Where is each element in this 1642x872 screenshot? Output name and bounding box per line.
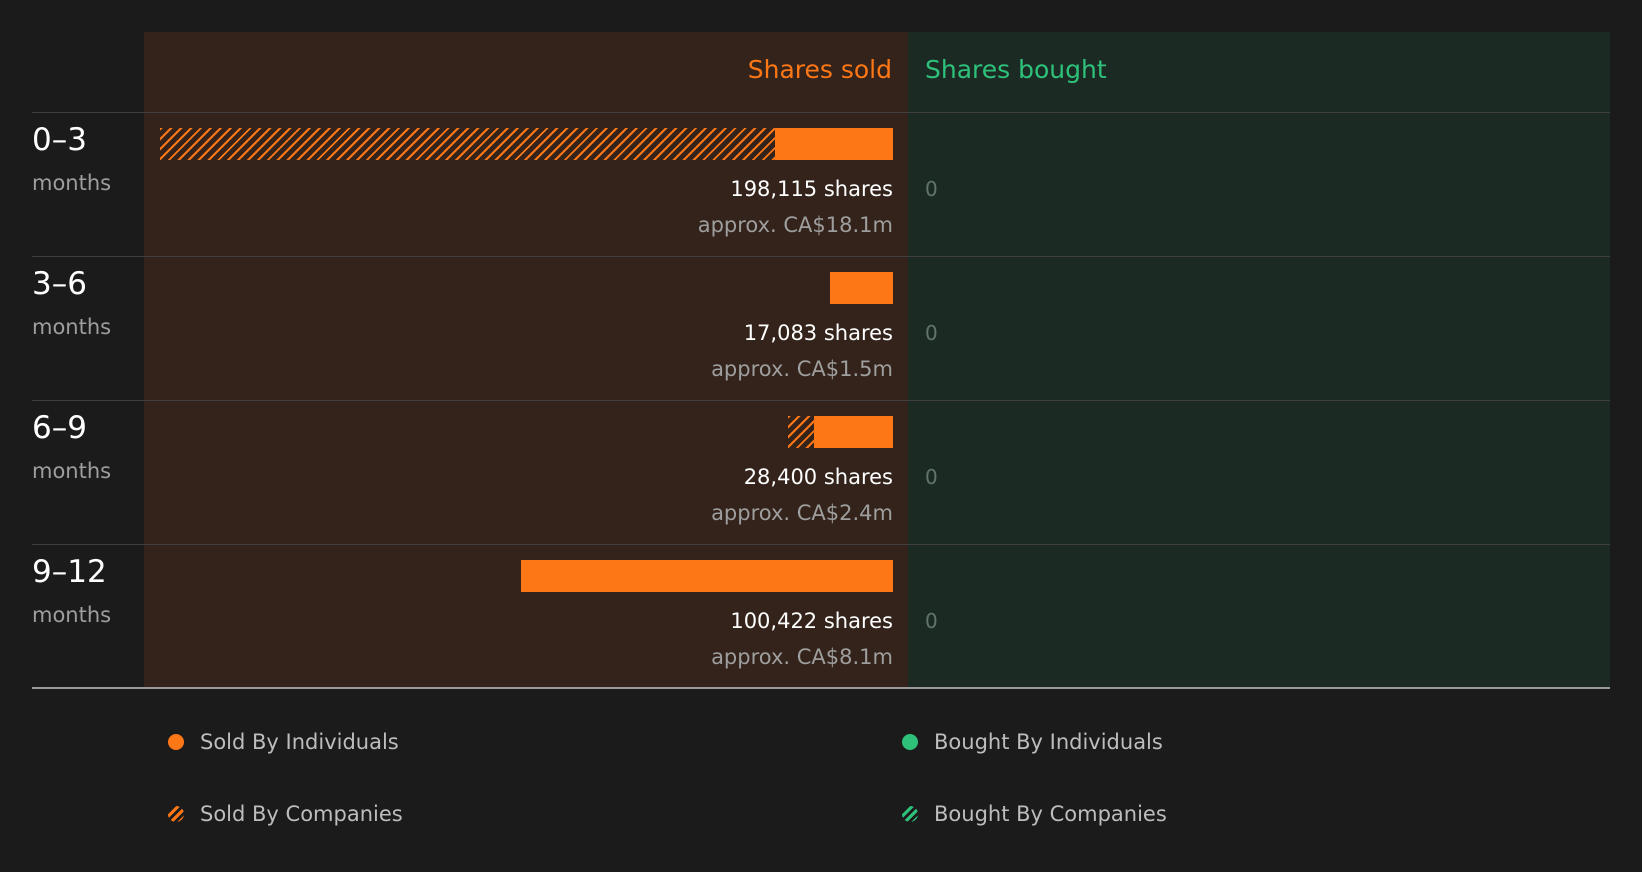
approx-value-label: approx. CA$18.1m bbox=[697, 213, 893, 237]
legend-label: Sold By Companies bbox=[200, 802, 403, 826]
shares-bought-label: 0 bbox=[925, 321, 938, 345]
period-label: 3–6 bbox=[32, 266, 87, 302]
period-label: 0–3 bbox=[32, 122, 87, 158]
legend-label: Bought By Individuals bbox=[934, 730, 1163, 754]
row-separator bbox=[32, 112, 1610, 113]
legend-label: Sold By Individuals bbox=[200, 730, 399, 754]
shares-sold-header: Shares sold bbox=[747, 55, 892, 84]
bar-sold-by-companies bbox=[160, 128, 775, 160]
shares-bought-label: 0 bbox=[925, 465, 938, 489]
approx-value-label: approx. CA$2.4m bbox=[711, 501, 893, 525]
period-unit-label: months bbox=[32, 171, 112, 195]
period-label: 6–9 bbox=[32, 410, 87, 446]
shares-bought-label: 0 bbox=[925, 177, 938, 201]
row-separator bbox=[32, 400, 1610, 401]
solid-green-dot-icon bbox=[902, 734, 918, 750]
bar-sold-by-individuals bbox=[829, 272, 893, 304]
solid-orange-dot-icon bbox=[168, 734, 184, 750]
period-unit-label: months bbox=[32, 315, 112, 339]
legend-label: Bought By Companies bbox=[934, 802, 1167, 826]
legend-item-bought-by-companies: Bought By Companies bbox=[902, 799, 1167, 829]
legend-item-bought-by-individuals: Bought By Individuals bbox=[902, 727, 1163, 757]
approx-value-label: approx. CA$8.1m bbox=[711, 645, 893, 669]
chart-baseline bbox=[32, 687, 1610, 689]
approx-value-label: approx. CA$1.5m bbox=[711, 357, 893, 381]
bar-sold-by-individuals bbox=[813, 416, 893, 448]
hatched-orange-dot-icon bbox=[168, 806, 184, 822]
legend-item-sold-by-companies: Sold By Companies bbox=[168, 799, 403, 829]
bar-sold-by-individuals bbox=[774, 128, 893, 160]
bar-sold-by-individuals bbox=[521, 560, 893, 592]
shares-bought-header: Shares bought bbox=[925, 55, 1107, 84]
bar-sold-by-companies bbox=[787, 416, 814, 448]
shares-bought-label: 0 bbox=[925, 609, 938, 633]
row-separator bbox=[32, 256, 1610, 257]
legend-item-sold-by-individuals: Sold By Individuals bbox=[168, 727, 399, 757]
period-label: 9–12 bbox=[32, 554, 107, 590]
bought-panel bbox=[908, 32, 1610, 687]
hatched-green-dot-icon bbox=[902, 806, 918, 822]
shares-sold-label: 198,115 shares bbox=[730, 177, 893, 201]
period-unit-label: months bbox=[32, 459, 112, 483]
shares-sold-label: 100,422 shares bbox=[730, 609, 893, 633]
shares-sold-label: 28,400 shares bbox=[743, 465, 893, 489]
row-separator bbox=[32, 544, 1610, 545]
period-unit-label: months bbox=[32, 603, 112, 627]
shares-sold-label: 17,083 shares bbox=[743, 321, 893, 345]
